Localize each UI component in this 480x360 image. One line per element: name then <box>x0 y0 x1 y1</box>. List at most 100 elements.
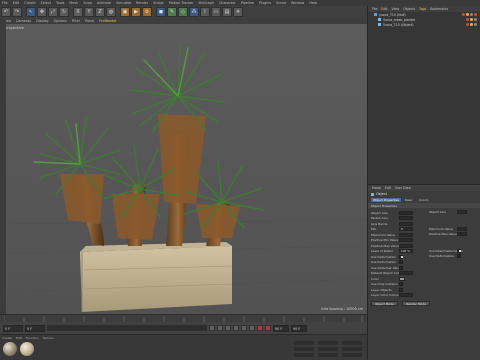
render-to-picture-viewer-button[interactable]: ▶ <box>131 7 141 17</box>
visibility-dot-icon[interactable] <box>462 13 465 16</box>
attribute-checkbox[interactable] <box>399 260 403 265</box>
timeline-ruler[interactable] <box>0 314 367 322</box>
coord-field[interactable] <box>294 353 314 357</box>
menu-pipeline[interactable]: Pipeline <box>241 1 254 5</box>
tab-coord[interactable]: Coord. <box>417 198 431 202</box>
material-menu-texture[interactable]: Texture <box>43 336 54 340</box>
om-menu-file[interactable]: File <box>372 7 377 11</box>
om-menu-view[interactable]: View <box>392 7 400 11</box>
om-menu-edit[interactable]: Edit <box>381 7 387 11</box>
viewport-menu-panel[interactable]: Panel <box>85 19 94 23</box>
coord-field[interactable] <box>294 347 314 351</box>
tab-object-properties[interactable]: Object Properties <box>371 198 401 202</box>
material-thumbnail[interactable] <box>20 342 34 356</box>
menu-select[interactable]: Select <box>41 1 51 5</box>
coord-field[interactable] <box>318 341 338 345</box>
viewport-perspective[interactable]: Perspective Grid Spacing : 10000 cm <box>0 24 367 314</box>
menu-tools[interactable]: Tools <box>56 1 64 5</box>
end-frame-field[interactable]: 90 F <box>273 324 289 332</box>
attribute-field[interactable] <box>457 210 467 214</box>
attribute-checkbox[interactable] <box>457 248 461 253</box>
menu-script[interactable]: Script <box>276 1 286 5</box>
axis-z-button[interactable]: Z <box>95 7 105 17</box>
attribute-field[interactable] <box>399 243 413 248</box>
attribute-checkbox[interactable] <box>399 282 403 287</box>
attribute-checkbox[interactable] <box>399 287 403 292</box>
previous-frame-button[interactable] <box>225 325 231 331</box>
menu-simulate[interactable]: Simulate <box>116 1 131 5</box>
menu-help[interactable]: Help <box>309 1 317 5</box>
menu-create[interactable]: Create <box>24 1 35 5</box>
subdivision-button[interactable]: ◇ <box>178 7 188 17</box>
material-tag-icon[interactable] <box>470 23 473 26</box>
attribute-field[interactable] <box>399 238 413 243</box>
object-row[interactable]: Yucca_T10 (Object) <box>368 22 480 27</box>
material-thumbnail[interactable] <box>3 342 17 356</box>
next-frame-button[interactable] <box>241 325 247 331</box>
rotate-tool-button[interactable]: ↻ <box>59 7 69 17</box>
color-swatch[interactable] <box>399 276 405 281</box>
play-button[interactable] <box>233 325 239 331</box>
viewport-menu-display[interactable]: Display <box>36 19 49 23</box>
render-view-button[interactable]: ▣ <box>120 7 130 17</box>
preview-range-slider[interactable] <box>47 325 207 331</box>
autokey-button[interactable] <box>265 325 271 331</box>
coord-field[interactable] <box>342 341 362 345</box>
menu-character[interactable]: Character <box>219 1 236 5</box>
viewport-menu-cameras[interactable]: Cameras <box>16 19 31 23</box>
menu-sculpt[interactable]: Sculpt <box>153 1 164 5</box>
viewport-menu-prorender[interactable]: ProRender <box>99 19 116 23</box>
menu-render[interactable]: Render <box>136 1 148 5</box>
menu-window[interactable]: Window <box>291 1 304 5</box>
om-menu-objects[interactable]: Objects <box>403 7 415 11</box>
material-menu-edit[interactable]: Edit <box>16 336 22 340</box>
om-menu-tags[interactable]: Tags <box>419 7 426 11</box>
material-tag-icon[interactable] <box>470 18 473 21</box>
next-key-button[interactable] <box>249 325 255 331</box>
light-button[interactable]: ☀ <box>233 7 243 17</box>
visibility-dot-icon[interactable] <box>466 18 469 21</box>
render-mode-button[interactable]: Render Mode <box>402 301 430 306</box>
tag-icon[interactable] <box>474 13 477 16</box>
undo-button[interactable]: ↶ <box>1 7 11 17</box>
attribute-field[interactable]: 0 <box>399 227 413 232</box>
attribute-field[interactable] <box>399 232 413 237</box>
menu-plugins[interactable]: Plugins <box>259 1 271 5</box>
axis-y-button[interactable]: Y <box>84 7 94 17</box>
attribute-dropdown[interactable] <box>399 293 413 298</box>
redo-button[interactable]: ↷ <box>12 7 22 17</box>
attribute-checkbox[interactable] <box>457 254 461 258</box>
attribute-field[interactable]: 100 % <box>399 249 413 254</box>
pen-button[interactable]: ✎ <box>167 7 177 17</box>
coord-field[interactable] <box>318 347 338 351</box>
material-menu-create[interactable]: Create <box>2 336 12 340</box>
floor-button[interactable]: ▭ <box>211 7 221 17</box>
attribute-dropdown[interactable] <box>399 271 413 276</box>
live-selection-button[interactable]: ↖ <box>26 7 36 17</box>
cube-button[interactable]: ◼ <box>156 7 166 17</box>
phong-tag-icon[interactable] <box>474 23 477 26</box>
planter-box[interactable] <box>80 242 233 312</box>
array-button[interactable]: ⁂ <box>189 7 199 17</box>
material-menu-function[interactable]: Function <box>26 336 39 340</box>
menu-mograph[interactable]: MoGraph <box>199 1 214 5</box>
scale-tool-button[interactable]: ⤢ <box>48 7 58 17</box>
deformer-button[interactable]: ⌇ <box>200 7 210 17</box>
start-frame-field[interactable]: 0 F <box>3 324 23 332</box>
coord-field[interactable] <box>342 347 362 351</box>
tab-basic[interactable]: Basic <box>403 198 415 202</box>
attribute-checkbox[interactable] <box>399 254 403 259</box>
attribute-field[interactable] <box>457 232 467 236</box>
menu-snap[interactable]: Snap <box>83 1 92 5</box>
camera-button[interactable]: ▤ <box>222 7 232 17</box>
attribute-field[interactable] <box>399 216 413 221</box>
current-frame-field[interactable]: 0 F <box>25 324 45 332</box>
viewport-menu-options[interactable]: Options <box>54 19 67 23</box>
menu-file[interactable]: File <box>2 1 8 5</box>
max-frame-field[interactable]: 90 F <box>291 324 307 332</box>
phong-tag-icon[interactable] <box>470 13 473 16</box>
menu-motion-tracker[interactable]: Motion Tracker <box>169 1 194 5</box>
go-to-start-button[interactable] <box>209 325 215 331</box>
attribute-field[interactable] <box>399 210 413 215</box>
am-menu-mode[interactable]: Mode <box>372 186 381 190</box>
